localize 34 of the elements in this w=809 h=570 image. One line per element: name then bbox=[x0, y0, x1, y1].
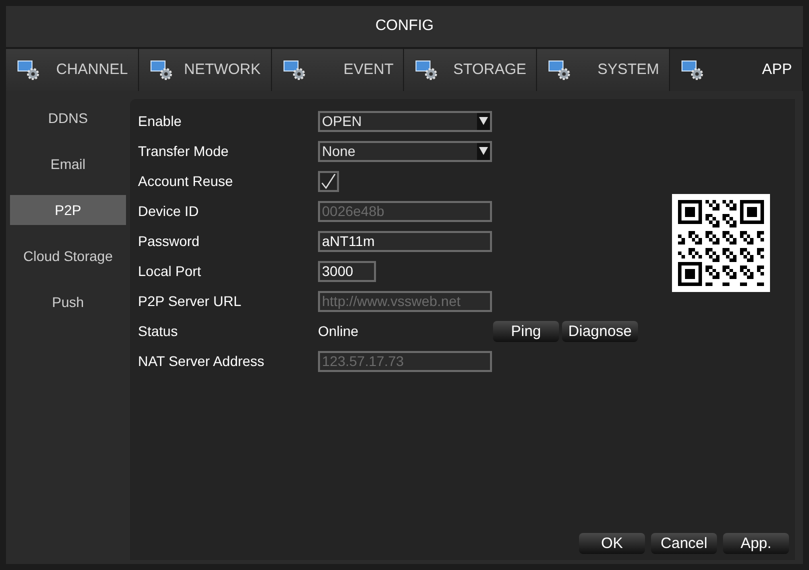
field-label: Device ID bbox=[138, 202, 200, 220]
gear-icon bbox=[16, 59, 42, 81]
sidebar-item[interactable]: P2P bbox=[10, 195, 126, 225]
field-label: NAT Server Address bbox=[138, 352, 266, 370]
sidebar-item[interactable]: DDNS bbox=[10, 103, 126, 133]
action-button[interactable]: OK bbox=[579, 533, 645, 554]
action-button[interactable]: Diagnose bbox=[562, 320, 638, 342]
sidebar-item[interactable]: Email bbox=[10, 149, 126, 179]
tab[interactable]: SYSTEM bbox=[537, 49, 670, 91]
tab[interactable]: CHANNEL bbox=[6, 49, 139, 91]
field-label: Transfer Mode bbox=[138, 142, 230, 160]
field-label: Account Reuse bbox=[138, 172, 234, 190]
input-field[interactable]: 3000 bbox=[318, 260, 376, 282]
input-field[interactable]: aNT11m bbox=[318, 230, 492, 252]
field-label: Status bbox=[138, 322, 179, 340]
status-value: Online bbox=[318, 322, 360, 340]
field-label: Password bbox=[138, 232, 200, 250]
action-button[interactable]: App. bbox=[723, 533, 789, 554]
dropdown[interactable]: None bbox=[318, 140, 492, 162]
sidebar-item[interactable]: Push bbox=[10, 287, 126, 317]
window-title: CONFIG bbox=[375, 16, 434, 36]
gear-icon bbox=[282, 59, 308, 81]
action-button[interactable]: Cancel bbox=[651, 533, 717, 554]
tab[interactable]: NETWORK bbox=[138, 49, 272, 91]
checkbox[interactable] bbox=[318, 170, 339, 192]
tab[interactable]: STORAGE bbox=[404, 49, 538, 91]
tab[interactable]: EVENT bbox=[272, 49, 404, 91]
field-label: P2P Server URL bbox=[138, 292, 242, 310]
action-button[interactable]: Ping bbox=[493, 320, 559, 342]
sidebar-item[interactable]: Cloud Storage bbox=[10, 241, 126, 271]
field-label: Local Port bbox=[138, 262, 202, 280]
field-label: Enable bbox=[138, 112, 183, 130]
gear-icon bbox=[148, 59, 175, 81]
dropdown[interactable]: OPEN bbox=[318, 110, 492, 132]
